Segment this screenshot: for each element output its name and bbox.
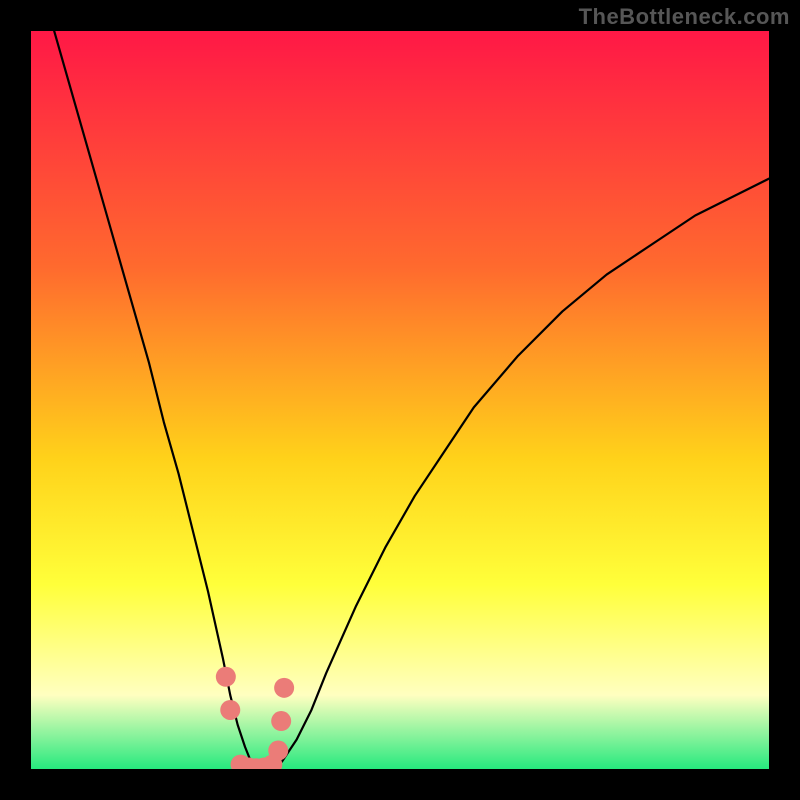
marker-point <box>216 667 236 687</box>
chart-svg <box>0 0 800 800</box>
marker-point <box>274 678 294 698</box>
frame-right <box>769 0 800 800</box>
watermark-text: TheBottleneck.com <box>579 4 790 30</box>
gradient-background <box>31 31 769 769</box>
frame-bottom <box>0 769 800 800</box>
marker-point <box>220 700 240 720</box>
marker-point <box>268 741 288 761</box>
chart-stage: { "watermark": "TheBottleneck.com", "col… <box>0 0 800 800</box>
marker-point <box>271 711 291 731</box>
frame-left <box>0 0 31 800</box>
